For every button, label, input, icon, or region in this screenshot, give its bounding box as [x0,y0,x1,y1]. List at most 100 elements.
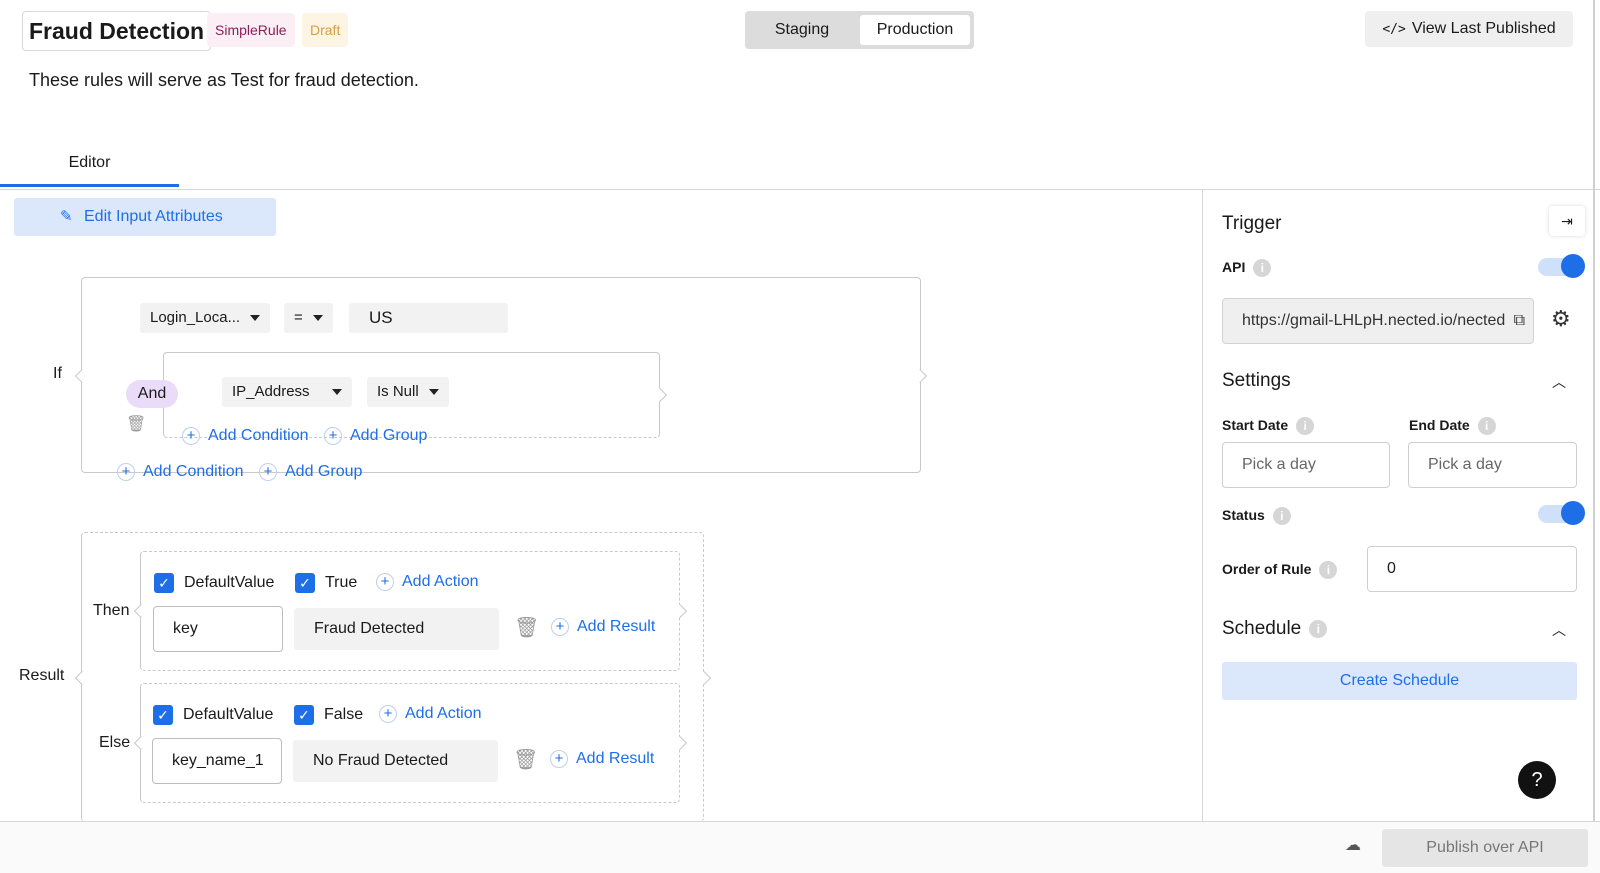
then-add-result-button[interactable]: + Add Result [551,618,655,636]
plus-circle-icon: + [376,573,394,591]
checkbox-checked-icon: ✓ [154,573,174,593]
info-icon[interactable]: i [1253,259,1272,278]
status-badge: Draft [302,13,349,47]
start-date-input[interactable]: Pick a day [1222,442,1390,488]
checkbox-checked-icon: ✓ [153,705,173,725]
plus-circle-icon: + [259,463,277,481]
plus-circle-icon: + [551,618,569,636]
rule-description[interactable]: These rules will serve as Test for fraud… [29,70,419,91]
toggle-knob [1561,501,1585,525]
else-add-action-button[interactable]: + Add Action [379,705,482,723]
order-label-row: Order of Rule i [1222,561,1338,580]
edit-input-attributes-button[interactable]: ✎ Edit Input Attributes [14,198,276,236]
add-condition-button[interactable]: + Add Condition [117,463,244,481]
environment-toggle: Staging Production [745,11,974,49]
group-condition-attribute-select[interactable]: IP_Address [222,377,352,407]
settings-title: Settings [1222,370,1291,391]
info-icon[interactable]: i [1319,561,1338,580]
help-button[interactable]: ? [1518,761,1556,799]
toggle-knob [1561,254,1585,278]
info-icon[interactable]: i [1309,619,1328,638]
then-value-field[interactable]: Fraud Detected [294,608,499,650]
group-add-condition-label: Add Condition [208,427,309,445]
gear-icon[interactable]: ⚙ [1551,306,1571,332]
view-last-published-button[interactable]: </> View Last Published [1365,11,1573,47]
schedule-title: Schedule [1222,618,1302,639]
info-icon[interactable]: i [1477,417,1496,436]
condition-operator-select[interactable]: = [284,303,333,333]
status-toggle[interactable] [1538,501,1585,525]
tab-editor[interactable]: Editor [0,147,179,187]
view-last-published-label: View Last Published [1411,20,1556,37]
trigger-title: Trigger [1222,213,1282,234]
pencil-icon: ✎ [60,208,73,225]
result-label: Result [19,667,65,684]
start-date-label: Start Date [1222,417,1289,433]
copy-icon[interactable]: ⧉ [1507,299,1525,343]
panel-divider [1202,189,1203,821]
chevron-up-icon[interactable]: ︿ [1552,620,1566,640]
else-trash-icon[interactable]: 🗑 [513,747,538,772]
caret-down-icon [312,315,323,322]
else-false-label: False [324,706,364,724]
then-add-action-label: Add Action [402,573,479,591]
add-group-button[interactable]: + Add Group [259,463,362,481]
plus-circle-icon: + [117,463,135,481]
then-key-input[interactable]: key [153,606,283,652]
then-default-value-label: DefaultValue [184,574,275,592]
create-schedule-button[interactable]: Create Schedule [1222,662,1577,700]
group-add-group-label: Add Group [350,427,428,445]
condition-value-field[interactable]: US [349,303,508,333]
then-true-checkbox[interactable]: ✓ True [295,573,357,593]
order-of-rule-input[interactable]: 0 [1367,546,1577,592]
else-add-action-label: Add Action [405,705,482,723]
divider [0,189,1600,190]
publish-over-api-button[interactable]: Publish over API [1382,829,1588,867]
scrollbar-track[interactable] [1593,0,1595,873]
status-label: Status [1222,507,1265,523]
then-trash-icon[interactable]: 🗑 [514,615,539,640]
order-label: Order of Rule [1222,561,1312,577]
then-default-value-checkbox[interactable]: ✓ DefaultValue [154,573,274,593]
if-label: If [53,365,62,382]
else-value-field[interactable]: No Fraud Detected [293,740,498,782]
add-condition-label: Add Condition [143,463,244,481]
checkbox-checked-icon: ✓ [295,573,315,593]
then-add-action-button[interactable]: + Add Action [376,573,479,591]
then-label: Then [93,602,130,619]
then-add-result-label: Add Result [577,618,656,636]
group-add-group-button[interactable]: + Add Group [324,427,427,445]
trash-icon[interactable]: 🗑 [126,414,146,434]
else-false-checkbox[interactable]: ✓ False [294,705,363,725]
rule-type-badge: SimpleRule [207,13,295,47]
env-staging-button[interactable]: Staging [749,15,855,45]
edit-input-attributes-label: Edit Input Attributes [84,208,223,225]
condition-attribute-value: Login_Loca... [150,309,241,326]
panel-collapse-icon[interactable]: ⇥ [1549,206,1585,236]
info-icon[interactable]: i [1296,417,1315,436]
group-condition-attribute-value: IP_Address [232,383,310,400]
condition-attribute-select[interactable]: Login_Loca... [140,303,271,333]
plus-circle-icon: + [379,705,397,723]
info-icon[interactable]: i [1272,507,1291,526]
group-condition-operator-select[interactable]: Is Null [367,377,449,407]
end-date-label-row: End Date i [1409,417,1496,436]
caret-down-icon [250,315,261,322]
and-connector[interactable]: And [126,380,178,408]
else-default-value-label: DefaultValue [183,706,274,724]
api-url-field[interactable]: https://gmail-LHLpH.nected.io/nected ⧉ [1222,298,1534,344]
else-key-input[interactable]: key_name_1 [152,738,282,784]
rule-title[interactable]: Fraud Detection [22,11,212,51]
plus-circle-icon: + [182,427,200,445]
start-date-label-row: Start Date i [1222,417,1315,436]
end-date-input[interactable]: Pick a day [1408,442,1577,488]
env-production-button[interactable]: Production [860,15,970,45]
api-url-value: https://gmail-LHLpH.nected.io/nected [1242,312,1506,329]
else-add-result-button[interactable]: + Add Result [550,750,654,768]
api-toggle[interactable] [1538,254,1585,278]
group-add-condition-button[interactable]: + Add Condition [182,427,309,445]
else-default-value-checkbox[interactable]: ✓ DefaultValue [153,705,273,725]
else-label: Else [99,734,131,751]
chevron-up-icon[interactable]: ︿ [1552,372,1566,392]
group-condition-operator-value: Is Null [377,383,419,400]
